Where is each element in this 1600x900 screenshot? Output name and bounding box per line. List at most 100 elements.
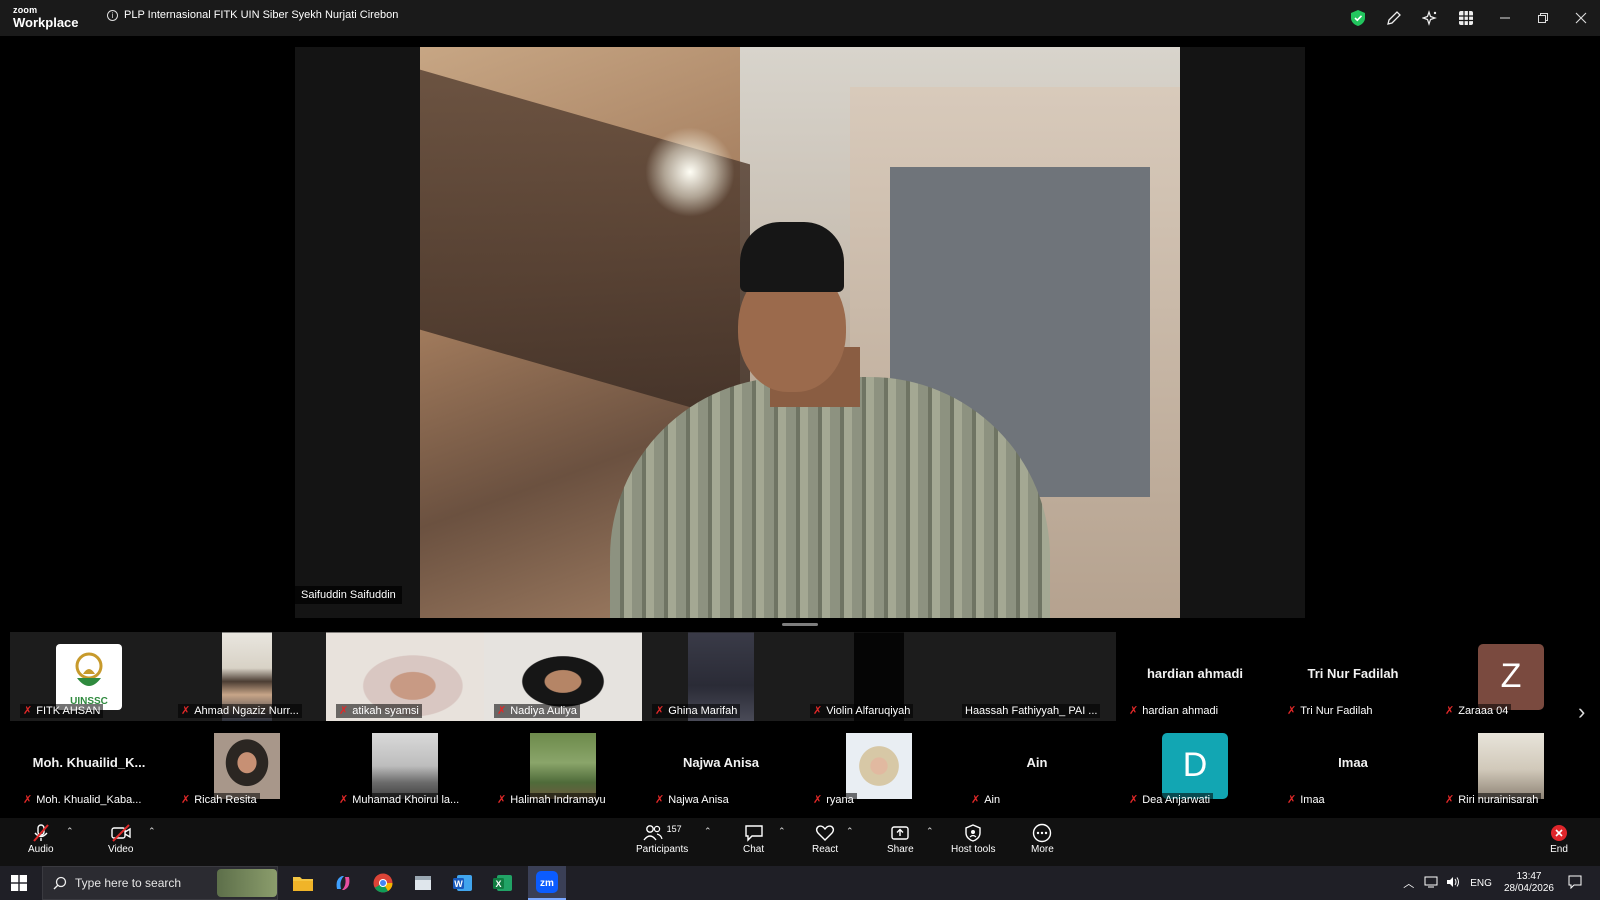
mic-muted-icon	[31, 822, 51, 844]
participants-count: 157	[666, 824, 682, 834]
participant-tile[interactable]: ✗ Ricah Resita	[168, 721, 326, 810]
svg-text:X: X	[495, 879, 501, 889]
participant-tile[interactable]: ✗ Ghina Marifah	[642, 632, 800, 721]
participants-button[interactable]: 157 Participants	[636, 822, 688, 855]
participant-display-name: hardian ahmadi	[1146, 666, 1244, 681]
participant-tile[interactable]: Imaa ✗ Imaa	[1274, 721, 1432, 810]
participants-caret-icon[interactable]: ⌃	[704, 826, 712, 837]
share-caret-icon[interactable]: ⌃	[926, 826, 934, 837]
participant-tile[interactable]: Najwa Anisa ✗ Najwa Anisa	[642, 721, 800, 810]
apps-grid-icon[interactable]	[1456, 8, 1476, 28]
chevron-up-icon[interactable]: ︿	[1403, 875, 1414, 891]
participant-tile[interactable]: Z ✗ Zaraaa 04	[1432, 632, 1590, 721]
participants-icon	[643, 825, 663, 841]
file-explorer-icon[interactable]	[290, 870, 316, 896]
chat-button[interactable]: Chat	[743, 822, 764, 855]
participant-tile[interactable]: Haassah Fathiyyah_ PAI ...	[958, 632, 1116, 721]
participant-name: FITK AHSAN	[36, 705, 101, 717]
resize-handle[interactable]	[782, 623, 818, 626]
participant-tile[interactable]: hardian ahmadi ✗ hardian ahmadi	[1116, 632, 1274, 721]
participant-name: Ghina Marifah	[668, 705, 738, 717]
clock[interactable]: 13:47 28/04/2026	[1504, 871, 1554, 895]
logo-line2: Workplace	[13, 15, 79, 30]
video-options-caret-icon[interactable]: ⌃	[148, 826, 156, 837]
shield-icon[interactable]	[1348, 8, 1368, 28]
participant-tile[interactable]: ✗ Halimah Indramayu	[484, 721, 642, 810]
taskbar-search[interactable]: Type here to search	[42, 866, 278, 900]
language-indicator[interactable]: ENG	[1470, 878, 1492, 889]
speaker-name-label: Saifuddin Saifuddin	[295, 586, 402, 604]
participant-tile[interactable]: ✗ Muhamad Khoirul la...	[326, 721, 484, 810]
chat-caret-icon[interactable]: ⌃	[778, 826, 786, 837]
video-button[interactable]: Video	[108, 822, 133, 855]
mic-off-icon: ✗	[1287, 793, 1297, 806]
react-label: React	[812, 844, 839, 855]
participant-tile[interactable]: UINSSC ✗ FITK AHSAN	[10, 632, 168, 721]
participant-tile[interactable]: ✗ Ahmad Ngaziz Nurr...	[168, 632, 326, 721]
more-label: More	[1031, 844, 1054, 855]
chat-icon	[744, 822, 764, 844]
mic-off-icon: ✗	[23, 793, 33, 806]
mic-off-icon: ✗	[1129, 793, 1139, 806]
participant-name: Ahmad Ngaziz Nurr...	[194, 705, 299, 717]
restore-icon[interactable]	[1533, 8, 1553, 28]
participant-tile[interactable]: ✗ Riri nurainisarah	[1432, 721, 1590, 810]
participant-video	[372, 732, 438, 799]
speaker-video[interactable]	[420, 47, 1180, 618]
mic-off-icon: ✗	[339, 704, 349, 717]
mic-off-icon: ✗	[181, 793, 191, 806]
participant-tile[interactable]: ✗ Violin Alfaruqiyah	[800, 632, 958, 721]
excel-icon[interactable]: X	[490, 870, 516, 896]
participant-tile[interactable]: D ✗ Dea Anjarwati	[1116, 721, 1274, 810]
mic-off-icon: ✗	[1445, 704, 1455, 717]
host-tools-button[interactable]: Host tools	[951, 822, 995, 855]
share-button[interactable]: Share	[887, 822, 914, 855]
participant-tile[interactable]: ✗ ryana	[800, 721, 958, 810]
mic-off-icon: ✗	[1287, 704, 1297, 717]
meeting-info[interactable]: i PLP Internasional FITK UIN Siber Syekh…	[107, 9, 398, 21]
end-button[interactable]: End	[1550, 822, 1568, 855]
volume-icon[interactable]	[1446, 876, 1460, 891]
copilot-icon[interactable]	[330, 870, 356, 896]
app-window-icon[interactable]	[410, 870, 436, 896]
notification-icon[interactable]	[1568, 875, 1582, 892]
more-button[interactable]: More	[1031, 822, 1054, 855]
participant-tile[interactable]: ✗ atikah syamsi	[326, 632, 484, 721]
zoom-taskbar-icon[interactable]: zm	[528, 866, 566, 900]
participant-tile[interactable]: Tri Nur Fadilah ✗ Tri Nur Fadilah	[1274, 632, 1432, 721]
react-button[interactable]: React	[812, 822, 838, 855]
react-caret-icon[interactable]: ⌃	[846, 826, 854, 837]
chevron-right-icon[interactable]: ›	[1578, 700, 1592, 724]
windows-start-icon[interactable]	[6, 870, 32, 896]
mic-off-icon: ✗	[497, 704, 507, 717]
meeting-toolbar: Audio ⌃ Video ⌃ 157 Participants ⌃ Chat …	[0, 818, 1600, 866]
close-icon[interactable]	[1571, 8, 1591, 28]
heart-icon	[815, 822, 835, 844]
audio-button[interactable]: Audio	[28, 822, 54, 855]
pencil-icon[interactable]	[1384, 8, 1404, 28]
participant-name: hardian ahmadi	[1142, 705, 1219, 717]
participant-name: Imaa	[1300, 794, 1325, 806]
zoom-logo: zoom Workplace	[13, 6, 79, 30]
audio-options-caret-icon[interactable]: ⌃	[66, 826, 74, 837]
info-icon[interactable]: i	[107, 9, 118, 21]
search-highlight-image	[217, 869, 277, 897]
avatar: D	[1162, 732, 1228, 799]
participant-name: Ricah Resita	[194, 794, 257, 806]
participant-name: Dea Anjarwati	[1142, 794, 1211, 806]
participant-display-name: Imaa	[1338, 755, 1368, 770]
chrome-icon[interactable]	[370, 870, 396, 896]
participant-tile[interactable]: Ain ✗ Ain	[958, 721, 1116, 810]
end-call-icon	[1550, 822, 1568, 844]
participant-name: Moh. Khualid_Kaba...	[36, 794, 142, 806]
network-icon[interactable]	[1424, 876, 1438, 891]
mic-off-icon: ✗	[1129, 704, 1139, 717]
participant-tile[interactable]: ✗ Nadiya Auliya	[484, 632, 642, 721]
minimize-icon[interactable]	[1495, 8, 1515, 28]
participant-display-name: Najwa Anisa	[682, 755, 760, 770]
sparkle-icon[interactable]	[1420, 8, 1440, 28]
participant-tile[interactable]: Moh. Khuailid_K... ✗ Moh. Khualid_Kaba...	[10, 721, 168, 810]
word-icon[interactable]: W	[450, 870, 476, 896]
more-icon	[1032, 822, 1052, 844]
chat-label: Chat	[743, 844, 765, 855]
